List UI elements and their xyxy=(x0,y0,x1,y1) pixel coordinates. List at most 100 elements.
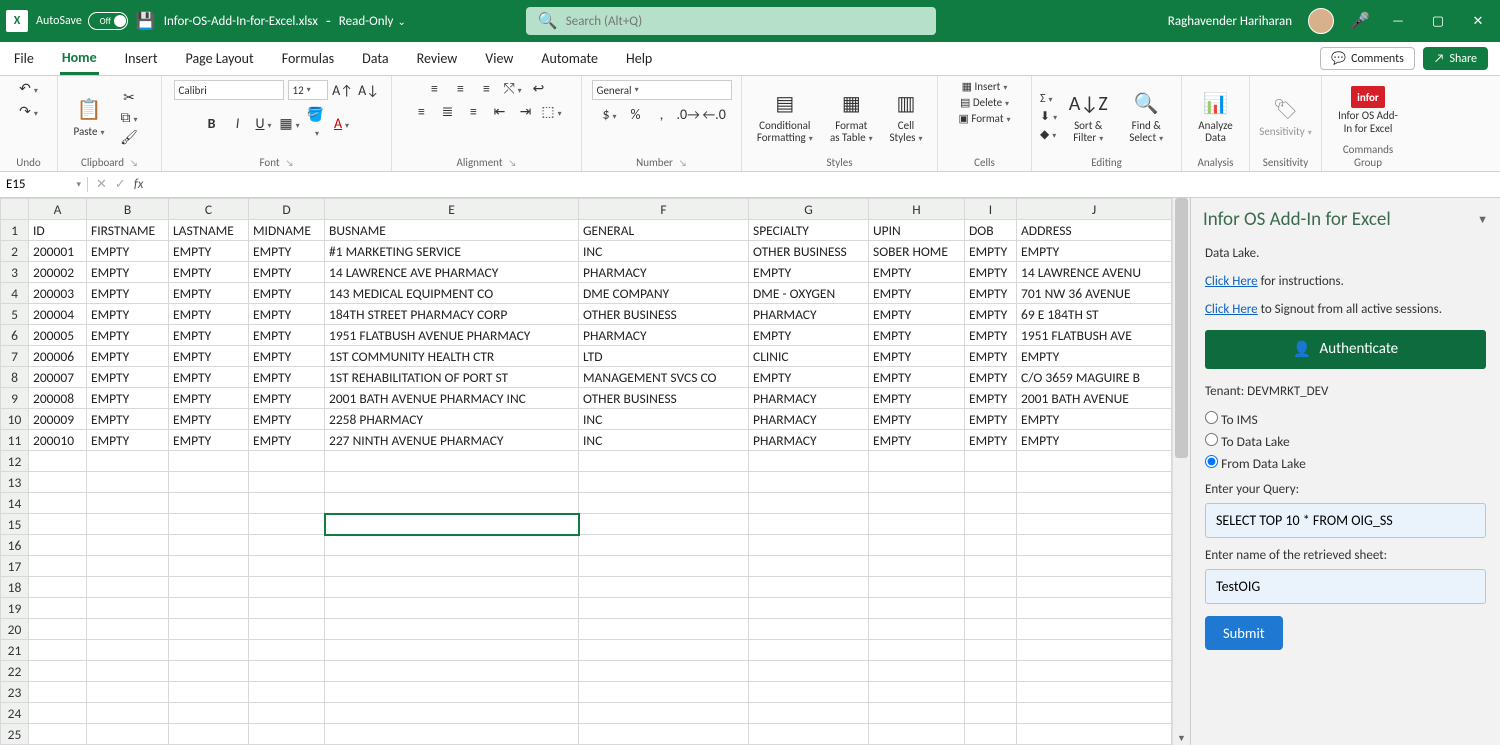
paste-button[interactable]: 📋 Paste xyxy=(66,94,112,140)
cell[interactable]: 200003 xyxy=(29,283,87,304)
cell[interactable] xyxy=(965,682,1017,703)
cell[interactable]: EMPTY xyxy=(249,430,325,451)
readonly-badge[interactable]: Read-Only⌄ xyxy=(339,14,406,29)
cell[interactable] xyxy=(249,682,325,703)
align-center-icon[interactable]: ≣ xyxy=(437,103,459,120)
cell[interactable]: 200001 xyxy=(29,241,87,262)
cell-styles-button[interactable]: ▥Cell Styles xyxy=(883,88,929,146)
cell[interactable] xyxy=(965,598,1017,619)
row-header[interactable]: 25 xyxy=(1,724,29,745)
autosave-toggle[interactable]: Off xyxy=(88,12,128,30)
cell[interactable]: 200005 xyxy=(29,325,87,346)
row-header[interactable]: 14 xyxy=(1,493,29,514)
cell[interactable] xyxy=(325,514,579,535)
cell[interactable] xyxy=(1017,472,1172,493)
increase-indent-icon[interactable]: ⇥ xyxy=(515,103,537,120)
cell[interactable] xyxy=(87,724,169,745)
cell[interactable] xyxy=(965,619,1017,640)
cancel-formula-icon[interactable]: ✕ xyxy=(96,177,107,192)
cell[interactable] xyxy=(1017,703,1172,724)
cell[interactable] xyxy=(749,640,869,661)
cell[interactable] xyxy=(29,682,87,703)
cell[interactable] xyxy=(869,619,965,640)
submit-button[interactable]: Submit xyxy=(1205,616,1283,650)
column-header[interactable]: A xyxy=(29,199,87,220)
cell[interactable] xyxy=(29,472,87,493)
cell[interactable] xyxy=(579,514,749,535)
cell[interactable]: CLINIC xyxy=(749,346,869,367)
cell[interactable]: LASTNAME xyxy=(169,220,249,241)
merge-center-icon[interactable]: ⬚ xyxy=(541,103,563,120)
cell[interactable]: DME COMPANY xyxy=(579,283,749,304)
cell[interactable] xyxy=(325,640,579,661)
cell[interactable]: EMPTY xyxy=(965,283,1017,304)
cell[interactable]: 143 MEDICAL EQUIPMENT CO xyxy=(325,283,579,304)
align-bottom-icon[interactable]: ≡ xyxy=(476,80,498,97)
cell[interactable] xyxy=(869,514,965,535)
cell[interactable]: 14 LAWRENCE AVE PHARMACY xyxy=(325,262,579,283)
row-header[interactable]: 13 xyxy=(1,472,29,493)
cell[interactable]: PHARMACY xyxy=(579,325,749,346)
cell[interactable] xyxy=(579,556,749,577)
cell[interactable] xyxy=(579,472,749,493)
format-cells-button[interactable]: ▣ Format xyxy=(958,112,1010,125)
cell[interactable] xyxy=(749,472,869,493)
cell[interactable]: ID xyxy=(29,220,87,241)
cell[interactable] xyxy=(1017,514,1172,535)
cell[interactable]: 227 NINTH AVENUE PHARMACY xyxy=(325,430,579,451)
cell[interactable]: 2001 BATH AVENUE PHARMACY INC xyxy=(325,388,579,409)
cell[interactable]: EMPTY xyxy=(169,325,249,346)
tab-view[interactable]: View xyxy=(483,44,515,73)
cell[interactable] xyxy=(965,451,1017,472)
cell[interactable] xyxy=(1017,493,1172,514)
cell[interactable] xyxy=(249,451,325,472)
cell[interactable] xyxy=(249,724,325,745)
cell[interactable] xyxy=(169,661,249,682)
cell[interactable] xyxy=(965,703,1017,724)
cell[interactable]: PHARMACY xyxy=(749,388,869,409)
cell[interactable]: EMPTY xyxy=(169,346,249,367)
tab-data[interactable]: Data xyxy=(360,44,390,73)
row-header[interactable]: 12 xyxy=(1,451,29,472)
cell[interactable]: 200009 xyxy=(29,409,87,430)
cell[interactable]: EMPTY xyxy=(87,388,169,409)
column-header[interactable]: G xyxy=(749,199,869,220)
cell[interactable] xyxy=(169,577,249,598)
cell[interactable]: EMPTY xyxy=(965,388,1017,409)
cell[interactable]: EMPTY xyxy=(965,409,1017,430)
cell[interactable] xyxy=(249,556,325,577)
analyze-data-button[interactable]: 📊Analyze Data xyxy=(1190,88,1241,146)
cell[interactable]: EMPTY xyxy=(249,388,325,409)
cell[interactable] xyxy=(87,598,169,619)
insert-cells-button[interactable]: ▦ Insert xyxy=(962,80,1008,93)
cell[interactable]: EMPTY xyxy=(1017,241,1172,262)
cell[interactable]: EMPTY xyxy=(169,430,249,451)
cell[interactable]: EMPTY xyxy=(169,241,249,262)
cell[interactable] xyxy=(29,640,87,661)
cell[interactable] xyxy=(579,703,749,724)
cell[interactable]: 69 E 184TH ST xyxy=(1017,304,1172,325)
cell[interactable] xyxy=(579,724,749,745)
cell[interactable] xyxy=(749,619,869,640)
cell[interactable] xyxy=(87,619,169,640)
cell[interactable] xyxy=(749,724,869,745)
decrease-font-icon[interactable]: A↓ xyxy=(358,82,380,99)
wrap-text-icon[interactable]: ↩ xyxy=(528,80,550,97)
cell[interactable] xyxy=(325,682,579,703)
cell[interactable] xyxy=(249,703,325,724)
row-header[interactable]: 20 xyxy=(1,619,29,640)
cell[interactable] xyxy=(869,472,965,493)
cell[interactable] xyxy=(965,640,1017,661)
cell[interactable]: EMPTY xyxy=(169,262,249,283)
find-select-button[interactable]: 🔍Find & Select xyxy=(1119,88,1173,146)
column-header[interactable]: C xyxy=(169,199,249,220)
cell[interactable] xyxy=(169,619,249,640)
cell[interactable]: 200006 xyxy=(29,346,87,367)
tab-insert[interactable]: Insert xyxy=(123,44,160,73)
cell[interactable]: EMPTY xyxy=(965,367,1017,388)
cell[interactable]: EMPTY xyxy=(169,388,249,409)
comments-button[interactable]: 💬Comments xyxy=(1320,47,1415,70)
conditional-formatting-button[interactable]: ▤Conditional Formatting xyxy=(750,88,820,146)
cell[interactable]: 200004 xyxy=(29,304,87,325)
cell[interactable]: EMPTY xyxy=(1017,409,1172,430)
